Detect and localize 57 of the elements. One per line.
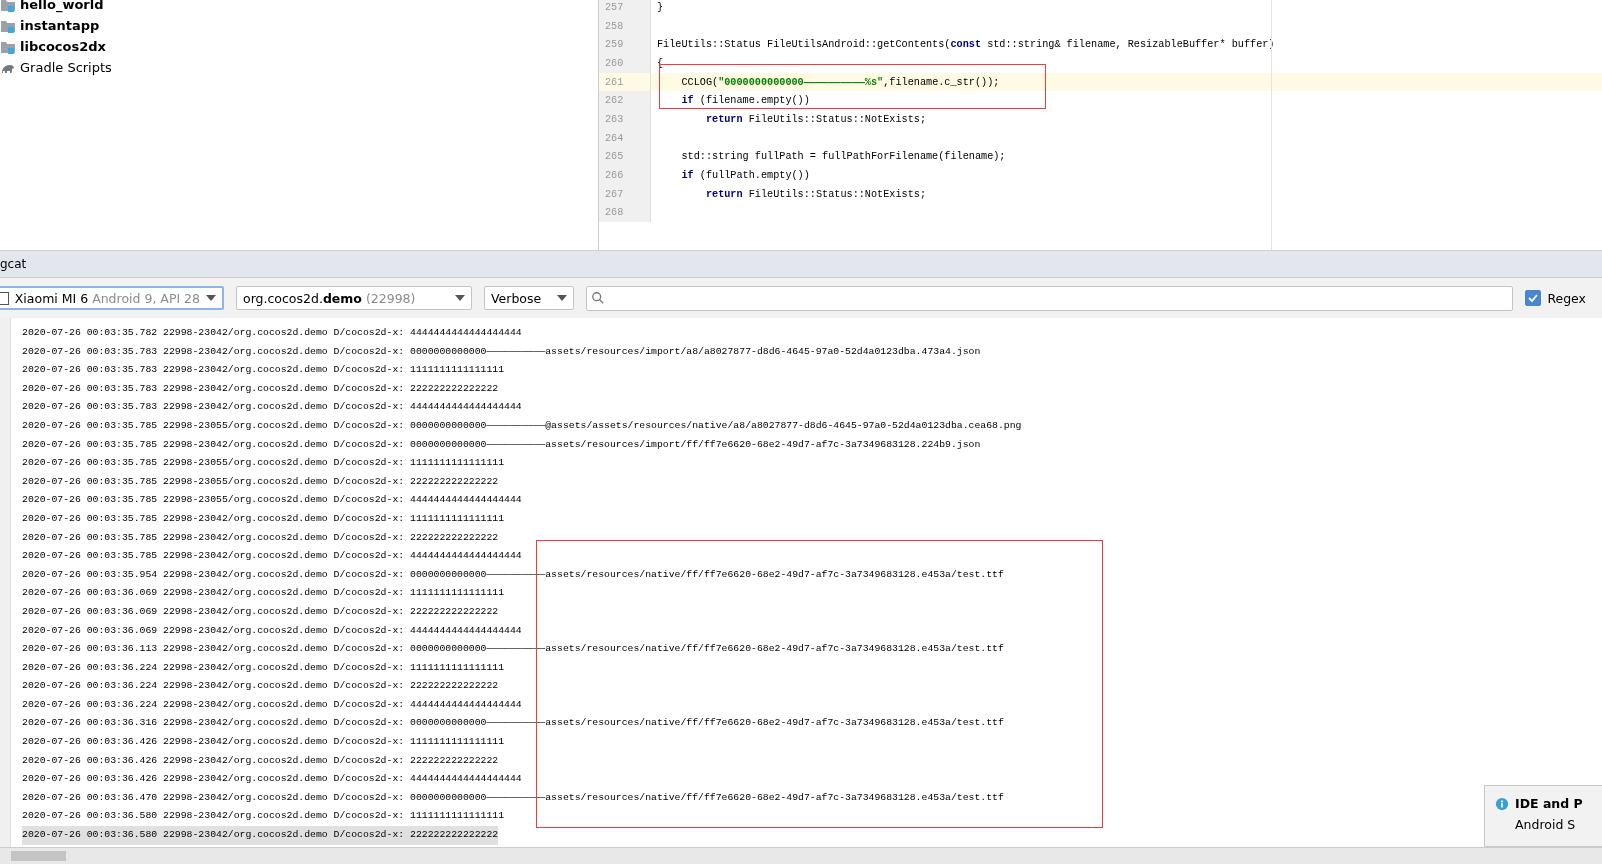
code-line: std::string fullPath = fullPathForFilename(filename); [680,151,1006,163]
log-line: 2020-07-26 00:03:35.783 22998-23042/org.cocos2d.demo D/cocos2d-x: 4444444444444444444 [22,400,522,415]
line-number: 259 [599,35,651,55]
log-line: 2020-07-26 00:03:36.580 22998-23042/org.cocos2d.demo D/cocos2d-x: 1111111111111111 [22,809,505,824]
log-line: 2020-07-26 00:03:36.426 22998-23042/org.cocos2d.demo D/cocos2d-x: 222222222222222 [22,753,499,768]
log-line: 2020-07-26 00:03:36.224 22998-23042/org.cocos2d.demo D/cocos2d-x: 1111111111111111 [22,660,505,675]
line-number: 257 [599,0,651,17]
caret-icon [455,295,465,301]
tree-item[interactable]: instantapp [0,15,598,36]
log-line: 2020-07-26 00:03:35.785 22998-23055/org.cocos2d.demo D/cocos2d-x: 1111111111111111 [22,456,505,471]
log-line: 2020-07-26 00:03:35.785 22998-23042/org.cocos2d.demo D/cocos2d-x: 0000000000000——————————assets/resources/import/ff/ff7e6620-68e2-49d7-af7c-3a7349683128.224b9.json [22,437,981,452]
code-line: FileUtils::Status FileUtilsAndroid::getContents(const std::string& filename, ResizableBuffer* buffer) [656,39,1275,51]
log-line: 2020-07-26 00:03:35.785 22998-23042/org.cocos2d.demo D/cocos2d-x: 1111111111111111 [22,511,505,526]
code-line: return FileUtils::Status::NotExists; [704,113,926,125]
log-line: 2020-07-26 00:03:36.426 22998-23042/org.cocos2d.demo D/cocos2d-x: 4444444444444444444 [22,772,522,787]
caret-icon [206,295,216,301]
module-folder-icon [0,0,16,13]
log-line: 2020-07-26 00:03:36.426 22998-23042/org.cocos2d.demo D/cocos2d-x: 1111111111111111 [22,735,505,750]
process-dropdown[interactable]: org.cocos2d.demo (22998) [236,286,472,310]
log-line: 2020-07-26 00:03:36.069 22998-23042/org.cocos2d.demo D/cocos2d-x: 1111111111111111 [22,586,505,601]
code-line: } [656,1,664,13]
line-number: 263 [599,110,651,129]
log-line: 2020-07-26 00:03:36.069 22998-23042/org.cocos2d.demo D/cocos2d-x: 222222222222222 [22,604,499,619]
log-line: 2020-07-26 00:03:35.785 22998-23055/org.cocos2d.demo D/cocos2d-x: 222222222222222 [22,474,499,489]
log-line: 2020-07-26 00:03:35.785 22998-23055/org.cocos2d.demo D/cocos2d-x: 4444444444444444444 [22,493,522,508]
log-line: 2020-07-26 00:03:36.224 22998-23042/org.cocos2d.demo D/cocos2d-x: 222222222222222 [22,679,499,694]
notification-text: Android S [1515,817,1577,832]
code-line: CCLOG("0000000000000——————————%s",filename.c_str()); [680,76,1000,88]
tree-item[interactable]: hello_world [0,0,598,15]
regex-checkbox[interactable]: Regex [1525,290,1602,306]
info-icon [1495,797,1509,811]
caret-icon [557,295,567,301]
code-line: return FileUtils::Status::NotExists; [704,188,926,200]
log-line: 2020-07-26 00:03:35.782 22998-23042/org.cocos2d.demo D/cocos2d-x: 4444444444444444444 [22,326,522,340]
scrollbar-thumb[interactable] [11,851,66,861]
panel-title: gcat [0,257,27,271]
log-level-dropdown[interactable]: Verbose [484,286,574,310]
device-dropdown[interactable]: Xiaomi MI 6 Android 9, API 28 [0,286,224,310]
tree-item[interactable]: libcocos2dx [0,36,598,57]
log-line: 2020-07-26 00:03:35.783 22998-23042/org.cocos2d.demo D/cocos2d-x: 1111111111111111 [22,363,505,378]
log-line: 2020-07-26 00:03:36.069 22998-23042/org.cocos2d.demo D/cocos2d-x: 4444444444444444444 [22,623,522,638]
line-number: 262 [599,91,651,111]
log-line: 2020-07-26 00:03:35.785 22998-23055/org.cocos2d.demo D/cocos2d-x: 0000000000000——————————@assets/assets/resources/native/a8/a8027877-d8d6-4645-97a0-52d4a0123dba.cea68.png [22,418,1022,433]
search-field[interactable] [586,285,1514,311]
line-number: 260 [599,54,651,73]
tree-item[interactable]: Gradle Scripts [0,57,598,78]
search-icon [591,291,605,305]
log-line: 2020-07-26 00:03:35.785 22998-23042/org.cocos2d.demo D/cocos2d-x: 222222222222222 [22,530,499,545]
log-line: 2020-07-26 00:03:35.785 22998-23042/org.cocos2d.demo D/cocos2d-x: 4444444444444444444 [22,549,522,564]
notification-title: IDE and P [1515,796,1583,811]
log-line: 2020-07-26 00:03:36.224 22998-23042/org.cocos2d.demo D/cocos2d-x: 4444444444444444444 [22,697,522,712]
log-line: 2020-07-26 00:03:35.783 22998-23042/org.cocos2d.demo D/cocos2d-x: 0000000000000——————————assets/resources/import/a8/a8027877-d8d6-4645-97a0-52d4a0123dba.473a4.json [22,344,981,359]
code-line: if (fullPath.empty()) [680,170,810,182]
code-line: { [656,57,664,69]
code-line: if (filename.empty()) [680,95,810,107]
line-number: 266 [599,166,651,185]
log-line: 2020-07-26 00:03:35.783 22998-23042/org.cocos2d.demo D/cocos2d-x: 222222222222222 [22,381,499,396]
